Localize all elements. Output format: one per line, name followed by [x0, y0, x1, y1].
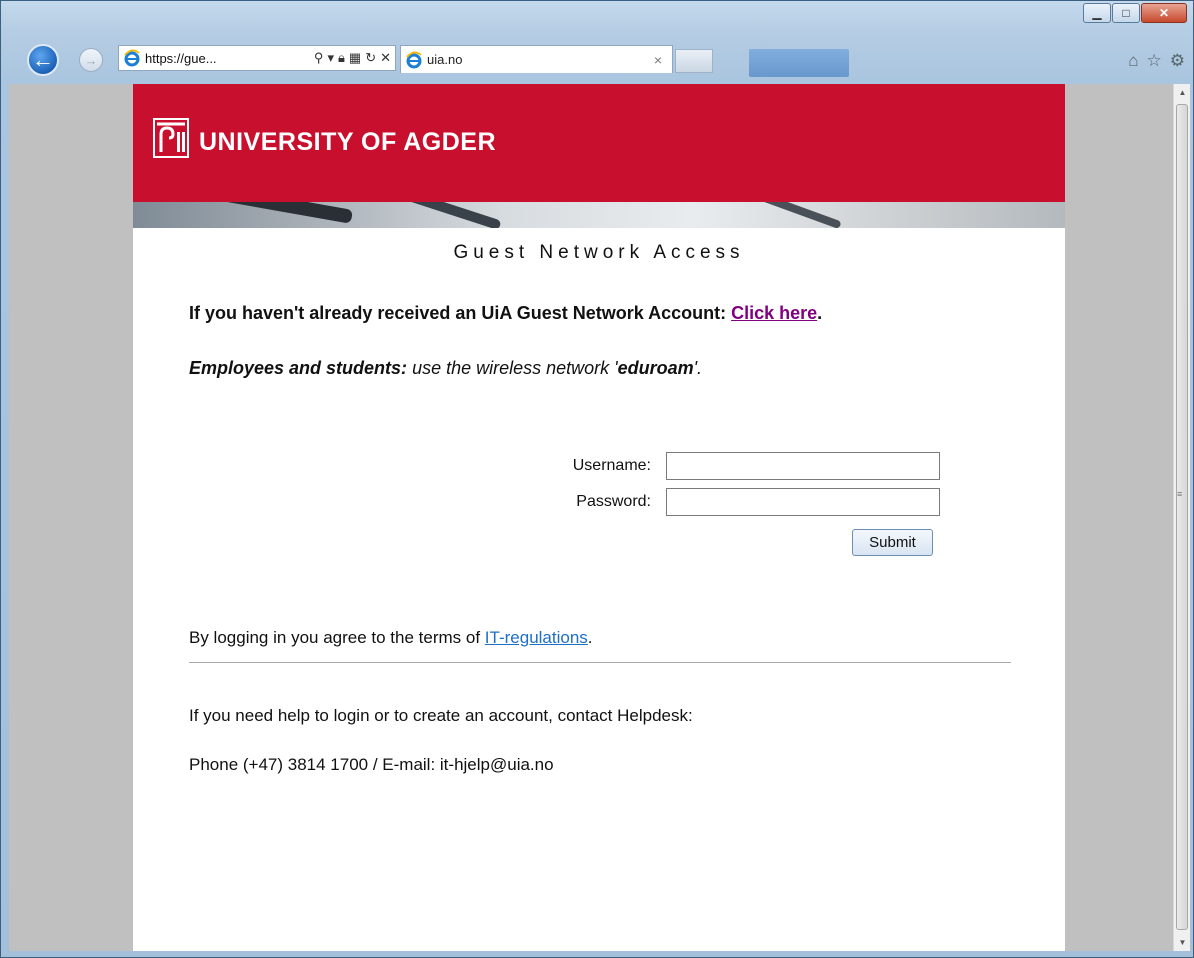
minimize-icon[interactable]: ▁: [1083, 3, 1111, 23]
login-page: UNIVERSITY OF AGDER Guest Network Access…: [133, 84, 1065, 951]
favorites-star-icon[interactable]: ☆: [1147, 51, 1162, 71]
scrollbar-thumb[interactable]: [1176, 104, 1188, 930]
ie-logo-icon: [406, 51, 422, 68]
tab-title: uia.no: [427, 52, 463, 67]
blurred-region: [749, 49, 849, 77]
close-icon[interactable]: ✕: [1141, 3, 1187, 23]
scroll-down-icon[interactable]: ▼: [1174, 934, 1191, 951]
network-name: eduroam: [617, 358, 694, 378]
new-tab-button[interactable]: [675, 49, 713, 73]
caption-buttons: ▁ □ ✕: [1082, 3, 1187, 23]
help-text: If you need help to login or to create a…: [189, 706, 693, 725]
account-prompt-suffix: .: [817, 303, 823, 323]
forward-arrow-icon[interactable]: →: [79, 48, 103, 72]
terms-text: By logging in you agree to the terms of: [189, 628, 485, 647]
university-name: UNIVERSITY OF AGDER: [199, 128, 497, 156]
maximize-icon[interactable]: □: [1112, 3, 1140, 23]
url-text[interactable]: https://gue...: [145, 51, 217, 66]
toolbar-icons: ⌂ ☆ ⚙: [1128, 51, 1185, 71]
vertical-scrollbar[interactable]: ▲ ≡ ▼: [1173, 84, 1190, 951]
password-row: Password:: [541, 488, 940, 516]
gear-icon[interactable]: ⚙: [1170, 51, 1185, 71]
tab-active[interactable]: uia.no ×: [400, 45, 673, 73]
username-label: Username:: [572, 457, 651, 474]
username-input[interactable]: [666, 452, 940, 480]
compat-view-icon[interactable]: ▦: [349, 50, 361, 66]
password-input[interactable]: [666, 488, 940, 516]
address-bar[interactable]: https://gue... ⚲ ▾ 🔒︎ ▦ ↻ ✕: [118, 45, 396, 71]
divider: [189, 662, 1011, 663]
click-here-link[interactable]: Click here: [731, 303, 817, 323]
university-logo-icon: [153, 118, 189, 158]
tab-close-icon[interactable]: ×: [654, 52, 662, 68]
dropdown-icon[interactable]: ▾: [327, 50, 334, 66]
terms-notice: By logging in you agree to the terms of …: [189, 628, 593, 648]
it-regulations-link[interactable]: IT-regulations: [485, 628, 588, 647]
navigation-bar: ← → https://gue... ⚲ ▾ 🔒︎ ▦ ↻ ✕ uia.no ×…: [1, 39, 1193, 79]
refresh-icon[interactable]: ↻: [365, 50, 376, 66]
stop-icon[interactable]: ✕: [380, 50, 391, 66]
employees-notice: Employees and students: use the wireless…: [189, 358, 702, 379]
terms-end: .: [587, 628, 593, 647]
employees-end: '.: [693, 358, 703, 378]
ie-logo-icon: [124, 49, 140, 67]
submit-button[interactable]: Submit: [852, 529, 933, 556]
contact-info: Phone (+47) 3814 1700 / E-mail: it-hjelp…: [189, 755, 554, 774]
employees-label: Employees and students:: [189, 358, 408, 378]
header-photo: [133, 202, 1065, 228]
search-icon[interactable]: ⚲: [314, 50, 324, 66]
scroll-up-icon[interactable]: ▲: [1174, 84, 1191, 101]
employees-text: use the wireless network ': [407, 358, 618, 378]
username-row: Username:: [541, 452, 940, 480]
university-banner: UNIVERSITY OF AGDER: [133, 84, 1065, 202]
password-label: Password:: [576, 493, 651, 510]
lock-icon[interactable]: 🔒︎: [338, 50, 345, 66]
home-icon[interactable]: ⌂: [1128, 51, 1138, 71]
browser-window: ▁ □ ✕ ← → https://gue... ⚲ ▾ 🔒︎ ▦ ↻ ✕ ui…: [0, 0, 1194, 958]
account-prompt-text: If you haven't already received an UiA G…: [189, 303, 732, 323]
address-bar-icons: ⚲ ▾ 🔒︎ ▦ ↻ ✕: [314, 50, 391, 66]
scrollbar-grip-icon: ≡: [1177, 489, 1183, 499]
page-title: Guest Network Access: [453, 242, 745, 263]
content-viewport: UNIVERSITY OF AGDER Guest Network Access…: [9, 84, 1173, 951]
back-arrow-icon[interactable]: ←: [27, 44, 59, 76]
account-prompt: If you haven't already received an UiA G…: [189, 303, 822, 324]
